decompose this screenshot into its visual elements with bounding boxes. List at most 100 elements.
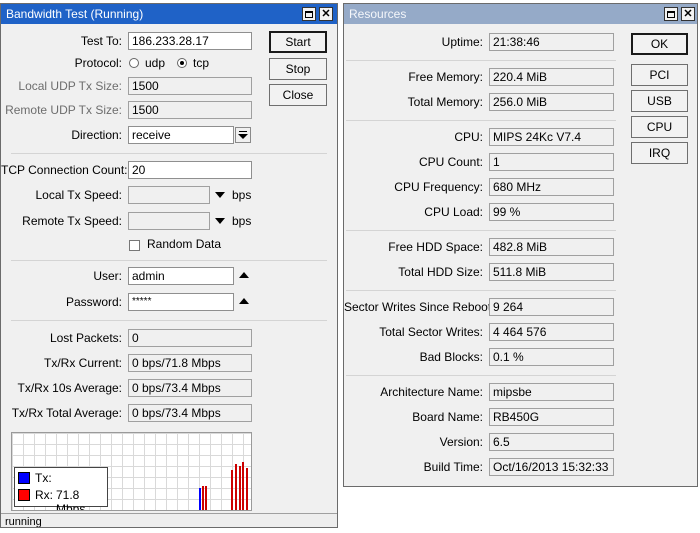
rx-bar xyxy=(202,486,204,510)
password-collapse-icon[interactable] xyxy=(239,298,249,304)
resource-value: Oct/16/2013 15:32:33 xyxy=(489,458,614,476)
separator xyxy=(11,153,327,154)
user-input[interactable]: admin xyxy=(128,267,234,285)
resource-label: Uptime: xyxy=(441,35,483,49)
close-window-button[interactable]: ✕ xyxy=(681,7,695,21)
txrx-current-label: Tx/Rx Current: xyxy=(43,356,122,370)
resource-value: 21:38:46 xyxy=(489,33,614,51)
protocol-udp-radio[interactable] xyxy=(129,58,139,68)
maximize-button[interactable] xyxy=(302,7,316,21)
rx-color-swatch xyxy=(18,489,30,501)
start-button[interactable]: Start xyxy=(269,31,327,53)
dropdown-arrow-icon xyxy=(238,130,248,140)
pci-button[interactable]: PCI xyxy=(631,64,688,86)
random-data-checkbox[interactable] xyxy=(129,240,140,251)
resource-label: Bad Blocks: xyxy=(419,350,483,364)
resource-value: 511.8 MiB xyxy=(489,263,614,281)
rx-bar xyxy=(205,486,207,510)
resource-value: 220.4 MiB xyxy=(489,68,614,86)
random-data-label: Random Data xyxy=(147,237,222,251)
resource-label: Version: xyxy=(439,435,483,449)
direction-label: Direction: xyxy=(71,128,122,142)
test-to-input[interactable]: 186.233.28.17 xyxy=(128,32,252,50)
close-window-button[interactable]: ✕ xyxy=(319,7,333,21)
status-text: running xyxy=(5,516,42,527)
local-tx-speed-field[interactable] xyxy=(128,186,210,204)
test-to-label: Test To: xyxy=(80,34,122,48)
resource-label: Board Name: xyxy=(412,410,483,424)
resource-value: 680 MHz xyxy=(489,178,614,196)
maximize-icon xyxy=(305,10,313,18)
close-icon: ✕ xyxy=(321,8,331,20)
tx-bar xyxy=(199,488,201,510)
local-tx-speed-label: Local Tx Speed: xyxy=(35,188,122,202)
protocol-udp-label: udp xyxy=(145,56,166,70)
direction-select[interactable]: receive xyxy=(128,126,234,144)
rx-legend-value: 71.8 Mbps xyxy=(56,488,86,511)
separator xyxy=(11,320,327,321)
local-udp-tx-size-field: 1500 xyxy=(128,77,252,95)
lost-packets-value: 0 xyxy=(128,329,252,347)
tcp-connection-count-input[interactable]: 20 xyxy=(128,161,252,179)
remote-tx-speed-field[interactable] xyxy=(128,212,210,230)
remote-udp-tx-size-field: 1500 xyxy=(128,101,252,119)
traffic-graph: Tx: Rx: 71.8 Mbps xyxy=(11,432,252,511)
txrx-current-value: 0 bps/71.8 Mbps xyxy=(128,354,252,372)
local-udp-tx-size-label: Local UDP Tx Size: xyxy=(18,79,122,93)
resource-value: 256.0 MiB xyxy=(489,93,614,111)
txrx-total-average-value: 0 bps/73.4 Mbps xyxy=(128,404,252,422)
close-button[interactable]: Close xyxy=(269,84,327,106)
bandwidth-test-titlebar[interactable]: Bandwidth Test (Running) ✕ xyxy=(1,4,337,24)
protocol-tcp-radio[interactable] xyxy=(177,58,187,68)
remote-tx-speed-dropdown-icon[interactable] xyxy=(215,218,225,224)
resource-label: Total Sector Writes: xyxy=(379,325,483,339)
user-collapse-icon[interactable] xyxy=(239,272,249,278)
resource-value: 0.1 % xyxy=(489,348,614,366)
resource-value: 482.8 MiB xyxy=(489,238,614,256)
resource-label: CPU Frequency: xyxy=(394,180,483,194)
resource-value: 1 xyxy=(489,153,614,171)
resource-label: Free HDD Space: xyxy=(388,240,483,254)
resource-label: Total HDD Size: xyxy=(398,265,483,279)
usb-button[interactable]: USB xyxy=(631,90,688,112)
protocol-label: Protocol: xyxy=(74,56,122,70)
local-tx-speed-dropdown-icon[interactable] xyxy=(215,192,225,198)
resource-label: Free Memory: xyxy=(408,70,483,84)
irq-button[interactable]: IRQ xyxy=(631,142,688,164)
separator xyxy=(346,120,616,121)
remote-udp-tx-size-label: Remote UDP Tx Size: xyxy=(5,103,122,117)
user-label: User: xyxy=(93,269,122,283)
resource-label: CPU Load: xyxy=(424,205,483,219)
resources-titlebar[interactable]: Resources ✕ xyxy=(344,4,697,24)
rx-bar xyxy=(235,464,237,510)
direction-dropdown-button[interactable] xyxy=(235,127,251,143)
resource-value: 4 464 576 xyxy=(489,323,614,341)
resource-value: 6.5 xyxy=(489,433,614,451)
ok-button[interactable]: OK xyxy=(631,33,688,55)
window-title: Resources xyxy=(349,7,407,21)
resource-label: Architecture Name: xyxy=(380,385,483,399)
password-label: Password: xyxy=(65,295,122,309)
password-input[interactable]: ***** xyxy=(128,293,234,311)
separator xyxy=(346,60,616,61)
resource-label: Sector Writes Since Reboot: xyxy=(344,300,495,314)
resource-value: RB450G xyxy=(489,408,614,426)
maximize-button[interactable] xyxy=(664,7,678,21)
rx-bar xyxy=(231,470,233,510)
tx-color-swatch xyxy=(18,472,30,484)
resource-label: Total Memory: xyxy=(407,95,483,109)
stop-button[interactable]: Stop xyxy=(269,58,327,80)
tcp-connection-count-label: TCP Connection Count: xyxy=(1,163,128,177)
graph-legend: Tx: Rx: 71.8 Mbps xyxy=(14,467,108,510)
status-bar: running xyxy=(1,513,337,527)
rx-bar xyxy=(239,466,241,510)
close-icon: ✕ xyxy=(683,8,693,20)
separator xyxy=(346,290,616,291)
separator xyxy=(11,260,327,261)
remote-tx-speed-unit: bps xyxy=(232,214,252,228)
txrx-10s-average-value: 0 bps/73.4 Mbps xyxy=(128,379,252,397)
resources-window: Resources ✕ Uptime: 21:38:46 Free Memory: 2… xyxy=(343,3,698,487)
separator xyxy=(346,375,616,376)
local-tx-speed-unit: bps xyxy=(232,188,252,202)
cpu-button[interactable]: CPU xyxy=(631,116,688,138)
